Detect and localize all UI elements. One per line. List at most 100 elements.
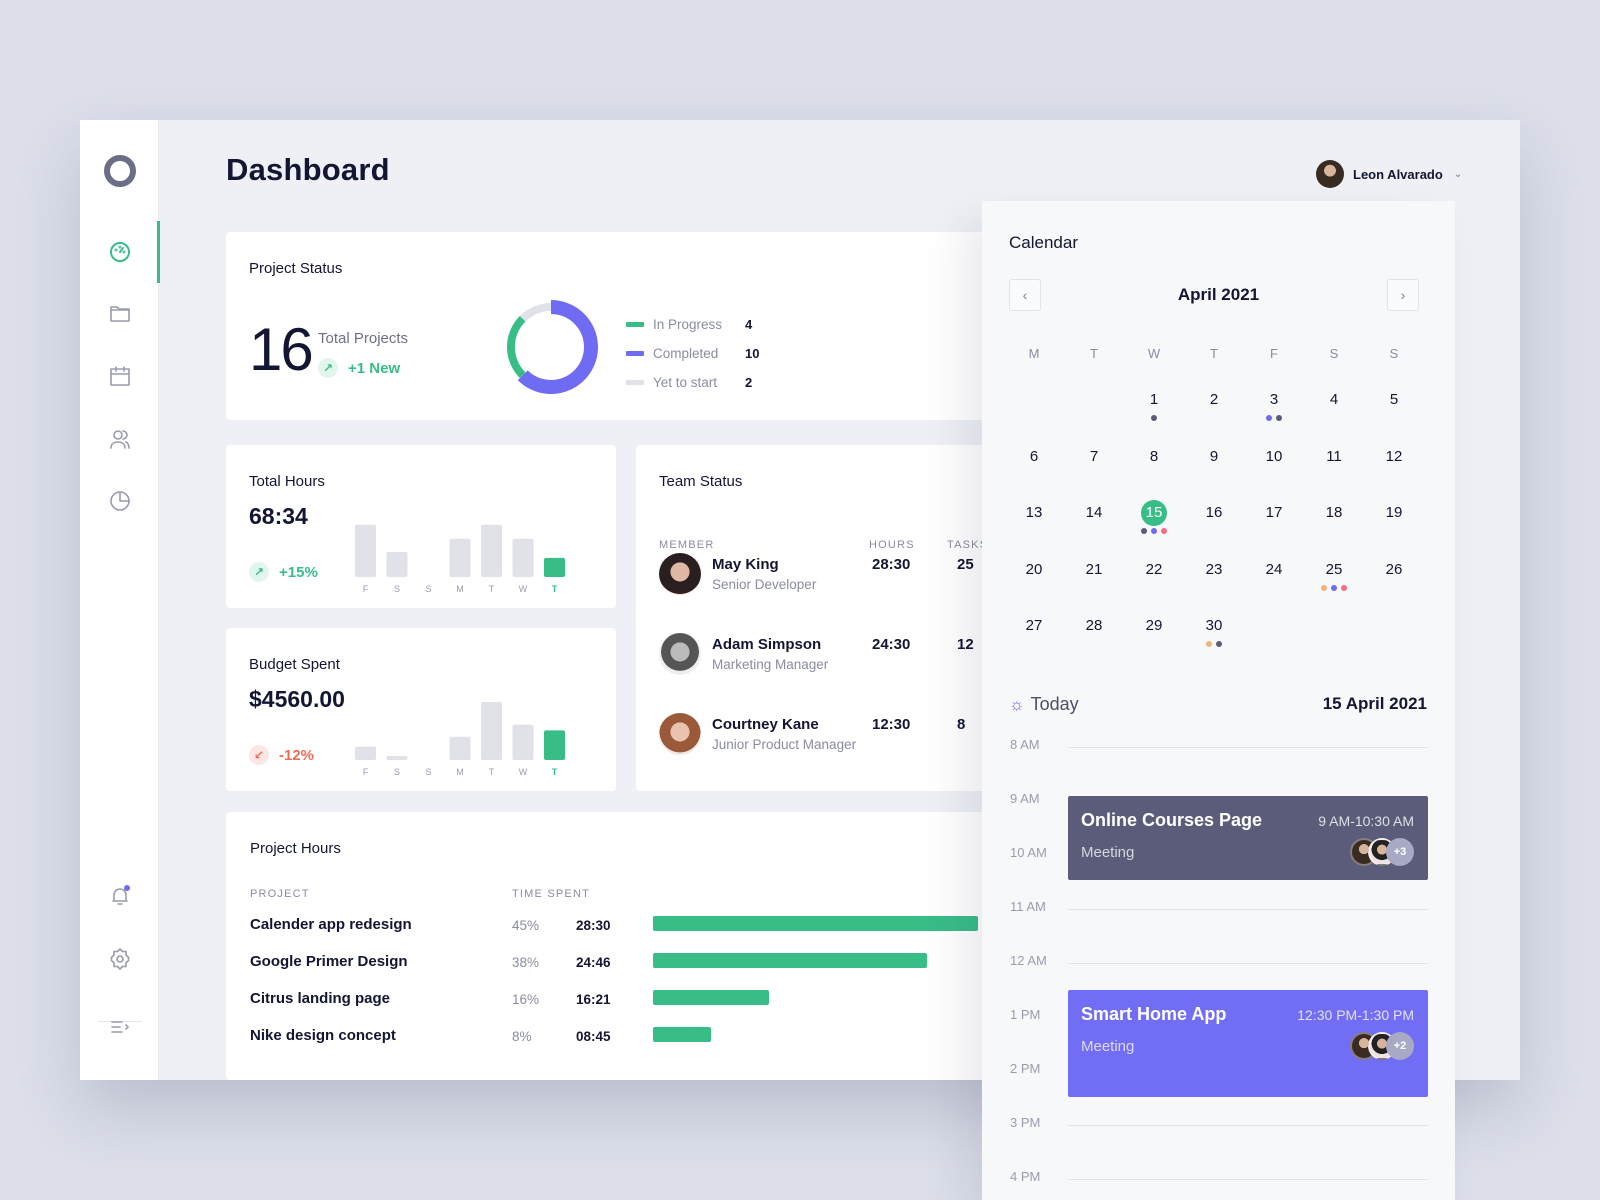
day-number: 29 — [1145, 617, 1163, 634]
calendar-day[interactable]: 24 — [1254, 557, 1294, 597]
hour-label: 4 PM — [1010, 1169, 1041, 1184]
calendar-day[interactable]: 10 — [1254, 444, 1294, 484]
page-title: Dashboard — [226, 152, 390, 187]
weekday-label: W — [1147, 346, 1161, 361]
budget-change: ↙ -12% — [249, 745, 314, 765]
project-percent: 38% — [512, 955, 540, 970]
calendar-day[interactable]: 4 — [1314, 387, 1354, 427]
logo[interactable] — [104, 155, 136, 187]
event-attendees: +3 — [1350, 838, 1414, 866]
day-number: 22 — [1145, 560, 1163, 578]
calendar-day[interactable]: 27 — [1014, 613, 1054, 653]
event-dots — [1314, 584, 1354, 591]
calendar-day[interactable]: 12 — [1374, 444, 1414, 484]
calendar-day[interactable]: 26 — [1374, 557, 1414, 597]
more-attendees-count: +3 — [1386, 838, 1414, 866]
user-menu[interactable]: Leon Alvarado ⌄ — [1316, 160, 1462, 188]
event-time: 12:30 PM-1:30 PM — [1297, 1007, 1414, 1023]
calendar-panel: Calendar April 2021 ‹ › MTWTFSS123456789… — [982, 201, 1455, 1200]
day-label: W — [519, 767, 528, 777]
team-row[interactable]: May King Senior Developer 28:30 25 — [659, 553, 1019, 597]
legend-label: In Progress — [653, 317, 723, 332]
calendar-day[interactable]: 3 — [1254, 387, 1294, 427]
column-header-hours: HOURS — [869, 539, 915, 551]
notification-badge — [124, 885, 130, 891]
calendar-day[interactable]: 22 — [1134, 557, 1174, 597]
calendar-day[interactable]: 7 — [1074, 444, 1114, 484]
total-hours-value: 68:34 — [249, 503, 308, 529]
collapse-sidebar-button[interactable] — [80, 996, 159, 1058]
calendar-day[interactable]: 11 — [1314, 444, 1354, 484]
user-avatar — [1316, 160, 1344, 188]
event-online-courses-page[interactable]: Online Courses Page 9 AM-10:30 AM Meetin… — [1068, 796, 1428, 880]
calendar-day[interactable]: 23 — [1194, 557, 1234, 597]
legend-value: 4 — [745, 317, 753, 332]
hour-label: 11 AM — [1010, 899, 1046, 914]
calendar-day[interactable]: 25 — [1314, 557, 1354, 597]
calendar-day[interactable]: 21 — [1074, 557, 1114, 597]
member-avatar — [659, 633, 701, 675]
hours-change-value: +15% — [279, 563, 318, 581]
sidebar-item-calendar[interactable] — [80, 345, 159, 407]
sidebar-item-reports[interactable] — [80, 470, 159, 532]
event-attendees: +2 — [1350, 1032, 1414, 1060]
calendar-day[interactable]: 29 — [1134, 613, 1174, 653]
member-tasks: 12 — [957, 636, 974, 653]
calendar-day[interactable]: 19 — [1374, 500, 1414, 540]
event-dot — [1266, 415, 1272, 421]
weekday-label: T — [1090, 346, 1098, 361]
calendar-day[interactable]: 5 — [1374, 387, 1414, 427]
day-number: 17 — [1265, 504, 1283, 521]
sidebar-item-team[interactable] — [80, 408, 159, 470]
team-row[interactable]: Courtney Kane Junior Product Manager 12:… — [659, 713, 1019, 757]
calendar-day[interactable]: 1 — [1134, 387, 1174, 427]
day-number: 7 — [1089, 447, 1099, 465]
calendar-day[interactable]: 16 — [1194, 500, 1234, 540]
new-projects-badge: ↗ +1 New — [318, 358, 400, 378]
project-name: Nike design concept — [250, 1027, 396, 1044]
event-dot — [1161, 528, 1167, 534]
team-row[interactable]: Adam Simpson Marketing Manager 24:30 12 — [659, 633, 1019, 677]
calendar-day[interactable]: 2 — [1194, 387, 1234, 427]
notifications-button[interactable] — [80, 865, 159, 927]
calendar-day[interactable]: 30 — [1194, 613, 1234, 653]
project-progress-bar — [653, 953, 928, 968]
settings-button[interactable] — [80, 928, 159, 990]
project-name: Citrus landing page — [250, 990, 391, 1007]
bar-S — [386, 755, 408, 760]
event-dot — [1321, 584, 1327, 591]
hour-label: 12 AM — [1010, 953, 1047, 968]
calendar-day[interactable]: 9 — [1194, 444, 1234, 484]
card-title: Project Hours — [250, 840, 341, 857]
project-row[interactable]: Google Primer Design 38% 24:46 — [250, 953, 1030, 983]
sidebar-item-projects[interactable] — [80, 283, 159, 345]
gear-icon — [110, 948, 129, 970]
day-number: 12 — [1385, 447, 1403, 465]
project-time: 28:30 — [576, 918, 611, 933]
total-projects-label: Total Projects — [318, 330, 409, 347]
event-smart-home-app[interactable]: Smart Home App 12:30 PM-1:30 PM Meeting … — [1068, 990, 1428, 1097]
next-month-button[interactable]: › — [1387, 279, 1419, 311]
calendar-day[interactable]: 20 — [1014, 557, 1054, 597]
calendar-day[interactable]: 14 — [1074, 500, 1114, 540]
project-row[interactable]: Calender app redesign 45% 28:30 — [250, 916, 1030, 946]
calendar-day[interactable]: 8 — [1134, 444, 1174, 484]
chevron-right-icon: › — [1400, 287, 1406, 303]
weekday-label: S — [1329, 346, 1339, 361]
calendar-day[interactable]: 13 — [1014, 500, 1054, 540]
calendar-day[interactable]: 17 — [1254, 500, 1294, 540]
weekday-label: F — [1270, 346, 1278, 361]
weekday-label: M — [1028, 346, 1040, 361]
calendar-day[interactable]: 18 — [1314, 500, 1354, 540]
calendar-day[interactable]: 6 — [1014, 444, 1054, 484]
bar-T — [544, 730, 565, 760]
day-number: 20 — [1025, 560, 1043, 578]
project-row[interactable]: Citrus landing page 16% 16:21 — [250, 990, 1030, 1020]
calendar-day[interactable]: 15 — [1134, 500, 1174, 540]
calendar-day[interactable]: 28 — [1074, 613, 1114, 653]
prev-month-button[interactable]: ‹ — [1009, 279, 1041, 311]
event-dot — [1141, 528, 1147, 534]
day-number: 13 — [1025, 504, 1043, 521]
sidebar-item-dashboard[interactable] — [80, 221, 160, 283]
project-row[interactable]: Nike design concept 8% 08:45 — [250, 1027, 1030, 1057]
